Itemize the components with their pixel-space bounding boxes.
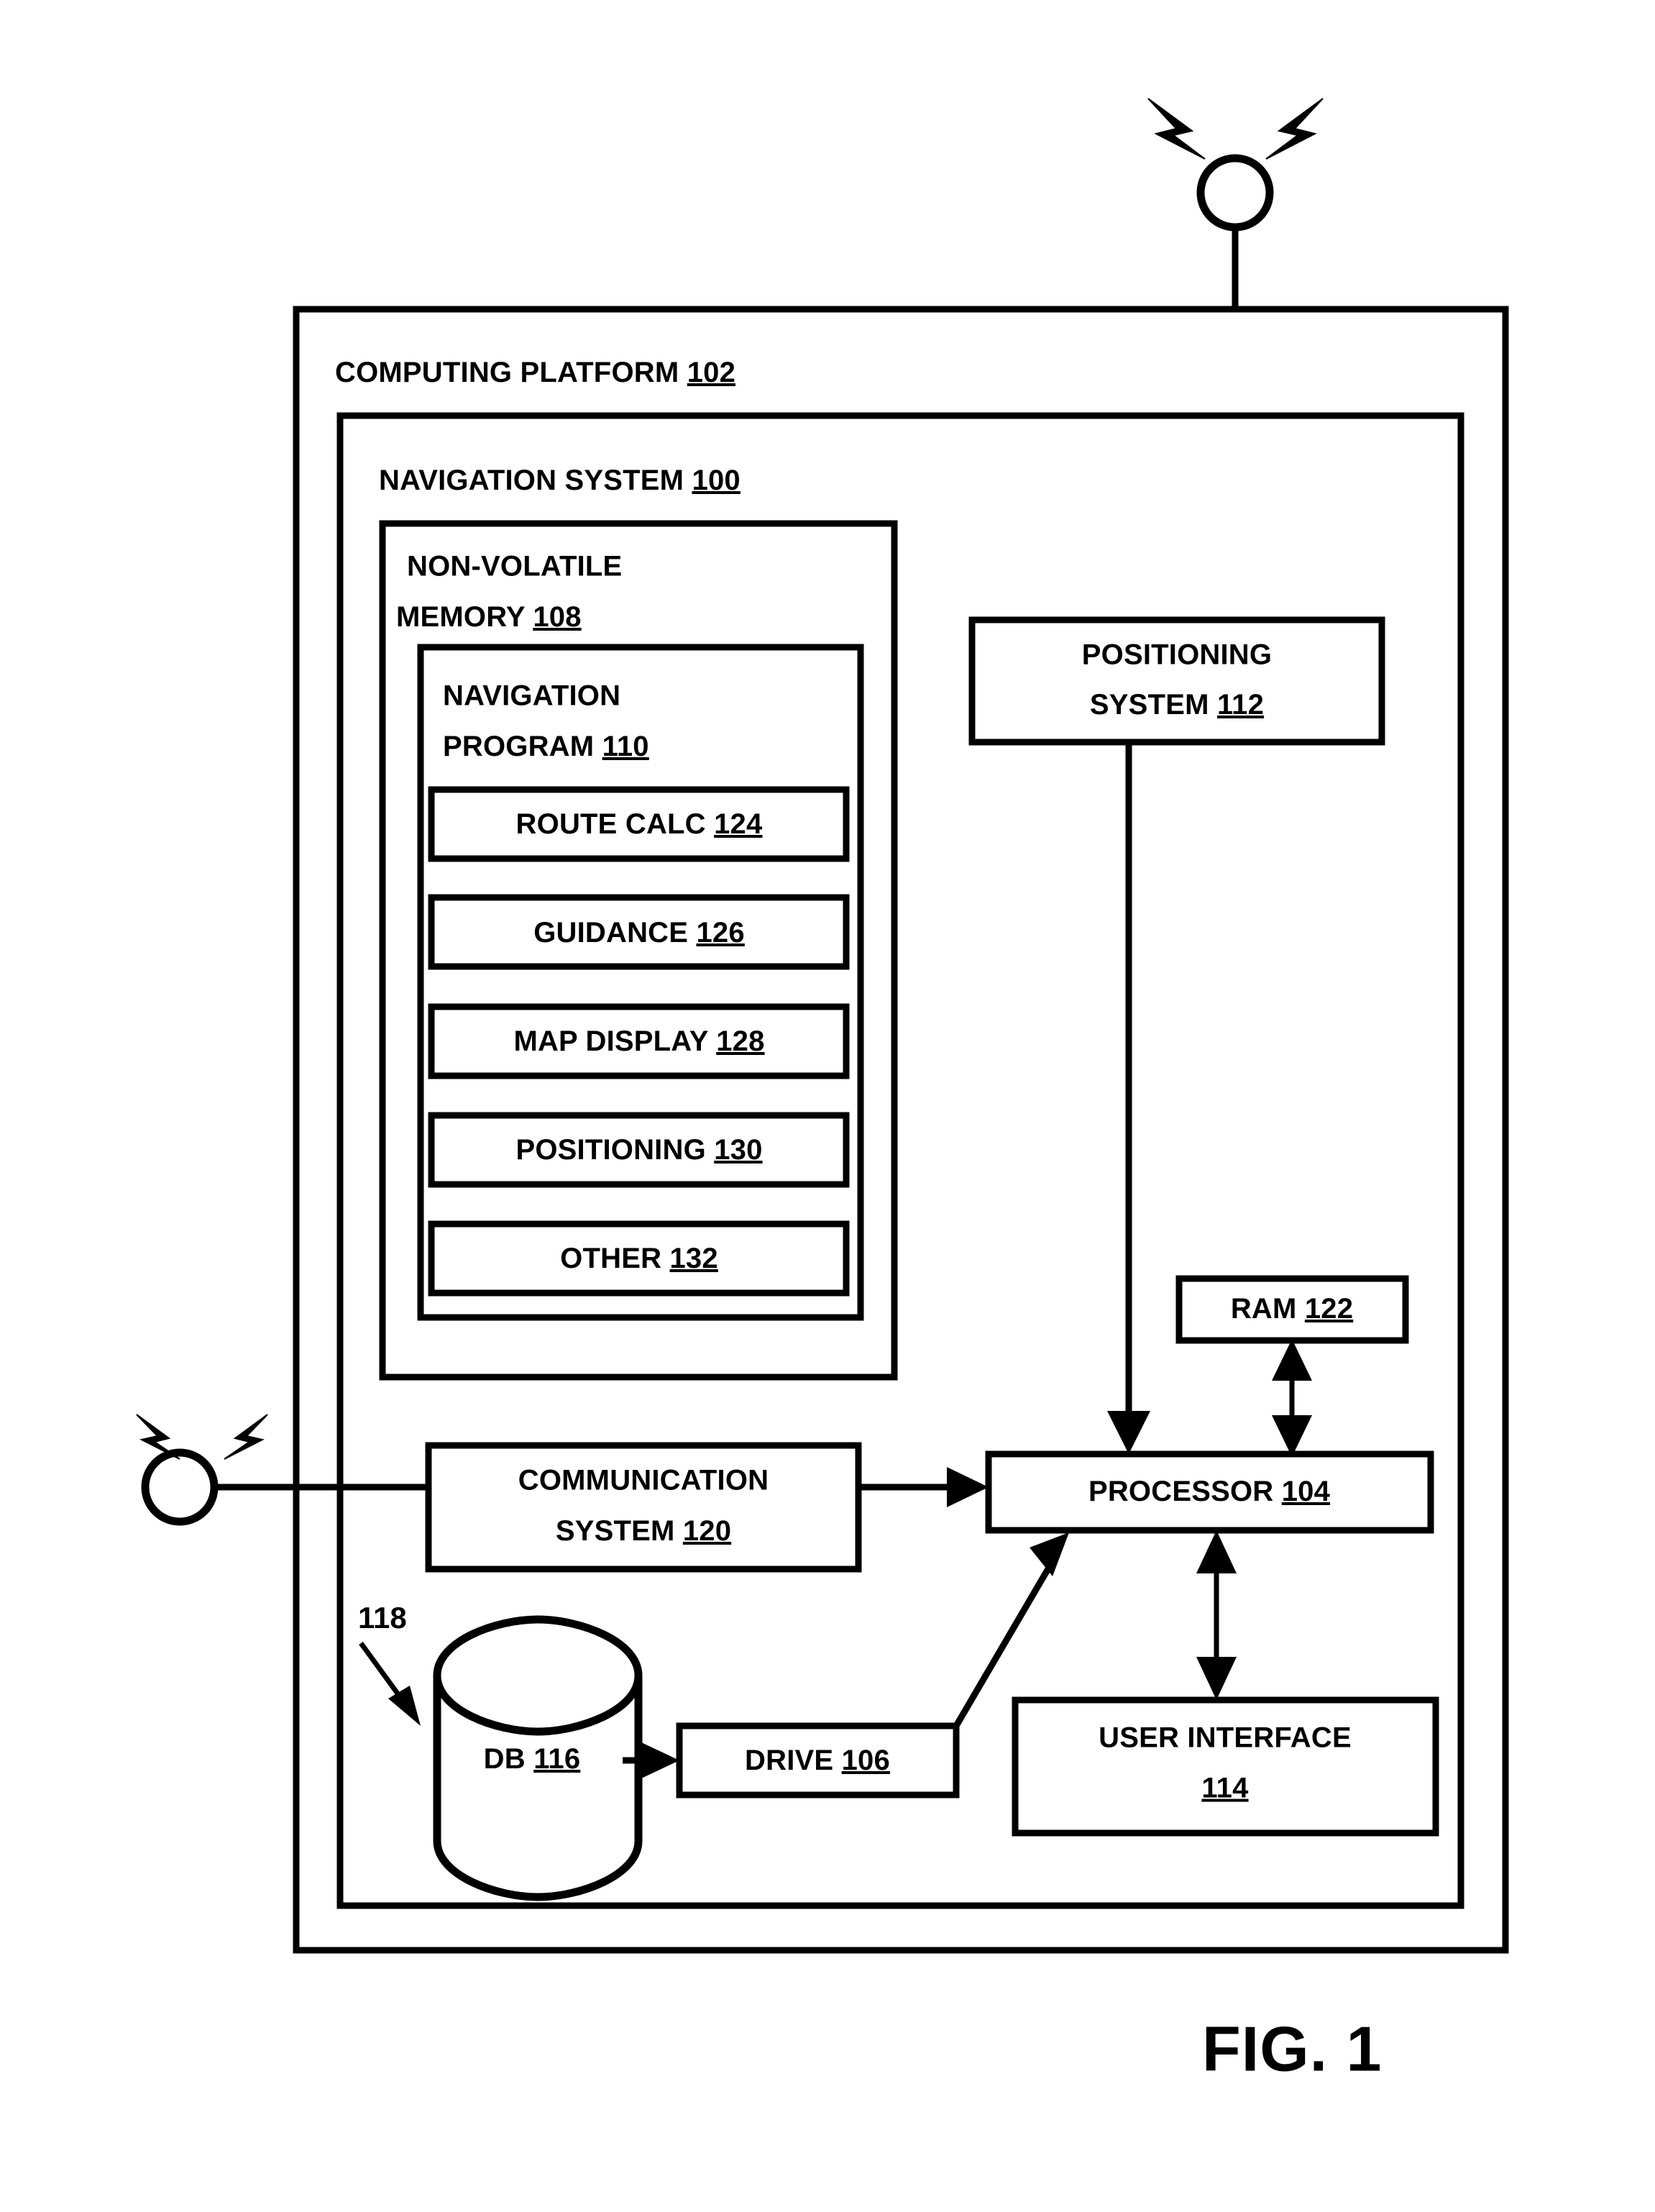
svg-text:PROCESSOR 104: PROCESSOR 104: [1088, 1476, 1331, 1507]
drive-label: DRIVE 106: [745, 1745, 890, 1776]
processor-ref: 104: [1282, 1476, 1331, 1507]
patent-figure: COMPUTING PLATFORM 102 NAVIGATION SYSTEM…: [0, 0, 1655, 2212]
nav-program-ref: 110: [602, 731, 649, 762]
communication-system-label-line2: SYSTEM: [556, 1515, 675, 1547]
svg-text:SYSTEM 112: SYSTEM 112: [1090, 689, 1264, 721]
module-label-text-map-display: MAP DISPLAY: [513, 1025, 708, 1057]
nav-program-label-line2: PROGRAM: [443, 731, 594, 762]
nvm-ref: 108: [533, 601, 581, 633]
positioning-system-label-line1: POSITIONING: [1082, 639, 1272, 671]
svg-text:NAVIGATION SYSTEM 100: NAVIGATION SYSTEM 100: [379, 465, 741, 496]
computing-platform-label-text: COMPUTING PLATFORM: [335, 357, 679, 388]
block-diagram-canvas: COMPUTING PLATFORM 102 NAVIGATION SYSTEM…: [136, 98, 1509, 2084]
svg-text:OTHER 132: OTHER 132: [560, 1243, 718, 1274]
leader-118-label: 118: [358, 1601, 407, 1635]
module-label-route-calc: ROUTE CALC 124: [516, 808, 763, 840]
communication-system-ref: 120: [683, 1515, 731, 1547]
communication-system-label-line1: COMMUNICATION: [518, 1465, 769, 1496]
navigation-system-label-text: NAVIGATION SYSTEM: [379, 465, 684, 496]
user-interface-box: [1012, 1696, 1439, 1837]
lightning-bolt-icon-left-2: [224, 1414, 268, 1460]
computing-platform-label: COMPUTING PLATFORM 102: [335, 357, 735, 388]
processor-label-text: PROCESSOR: [1088, 1476, 1273, 1507]
module-ref-positioning: 130: [714, 1134, 762, 1166]
computing-platform-ref: 102: [687, 357, 735, 388]
ram-label: RAM 122: [1231, 1293, 1353, 1325]
user-interface-ref: 114: [1201, 1773, 1249, 1804]
antenna-left-circle: [141, 1448, 219, 1526]
ram-label-text: RAM: [1231, 1293, 1297, 1325]
module-label-other: OTHER 132: [560, 1243, 718, 1274]
figure-caption-text: FIG. 1: [1202, 2013, 1383, 2084]
database-ref: 116: [533, 1743, 580, 1775]
lightning-bolt-icon-top-left: [1147, 98, 1206, 160]
module-label-map-display: MAP DISPLAY 128: [513, 1025, 764, 1057]
module-label-text-positioning: POSITIONING: [515, 1134, 705, 1166]
navigation-system-label: NAVIGATION SYSTEM 100: [379, 465, 741, 496]
svg-text:DRIVE 106: DRIVE 106: [745, 1745, 890, 1776]
module-ref-map-display: 128: [716, 1025, 764, 1057]
svg-text:MAP DISPLAY 128: MAP DISPLAY 128: [513, 1025, 764, 1057]
drive-label-text: DRIVE: [745, 1745, 833, 1776]
database-label-text: DB: [484, 1743, 526, 1775]
leader-118-ref: 118: [358, 1601, 407, 1635]
module-label-text-other: OTHER: [560, 1243, 661, 1274]
module-label-text-guidance: GUIDANCE: [533, 917, 688, 949]
positioning-system-box: [968, 616, 1385, 746]
module-label-positioning: POSITIONING 130: [515, 1134, 762, 1166]
svg-text:PROGRAM 110: PROGRAM 110: [443, 731, 649, 762]
module-ref-other: 132: [669, 1243, 718, 1274]
module-ref-route-calc: 124: [714, 808, 763, 840]
nvm-label-line1: NON-VOLATILE: [407, 551, 622, 582]
navigation-system-ref: 100: [692, 465, 741, 496]
nvm-label-line2: MEMORY: [396, 601, 526, 633]
figure-caption: FIG. 1: [1202, 2013, 1383, 2084]
svg-text:RAM 122: RAM 122: [1231, 1293, 1353, 1325]
svg-text:COMPUTING PLATFORM 102: COMPUTING PLATFORM 102: [335, 357, 735, 388]
svg-text:GUIDANCE 126: GUIDANCE 126: [533, 917, 745, 949]
processor-label: PROCESSOR 104: [1088, 1476, 1331, 1507]
nav-program-label-line1: NAVIGATION: [443, 680, 620, 712]
database-label: DB 116: [484, 1743, 581, 1775]
module-label-guidance: GUIDANCE 126: [533, 917, 745, 949]
module-label-text-route-calc: ROUTE CALC: [516, 808, 706, 840]
svg-text:ROUTE CALC 124: ROUTE CALC 124: [516, 808, 763, 840]
ram-ref: 122: [1305, 1293, 1353, 1325]
module-ref-guidance: 126: [696, 917, 744, 949]
lightning-bolt-icon-top-right: [1265, 98, 1324, 160]
svg-text:SYSTEM 120: SYSTEM 120: [556, 1515, 731, 1547]
svg-text:MEMORY 108: MEMORY 108: [396, 601, 582, 633]
svg-text:POSITIONING 130: POSITIONING 130: [515, 1134, 762, 1166]
positioning-system-ref: 112: [1217, 689, 1264, 721]
user-interface-label-line1: USER INTERFACE: [1099, 1722, 1352, 1754]
positioning-system-label-line2: SYSTEM: [1090, 689, 1209, 721]
svg-text:DB 116: DB 116: [484, 1743, 581, 1775]
antenna-top-circle: [1196, 154, 1274, 232]
drive-ref: 106: [842, 1745, 890, 1776]
